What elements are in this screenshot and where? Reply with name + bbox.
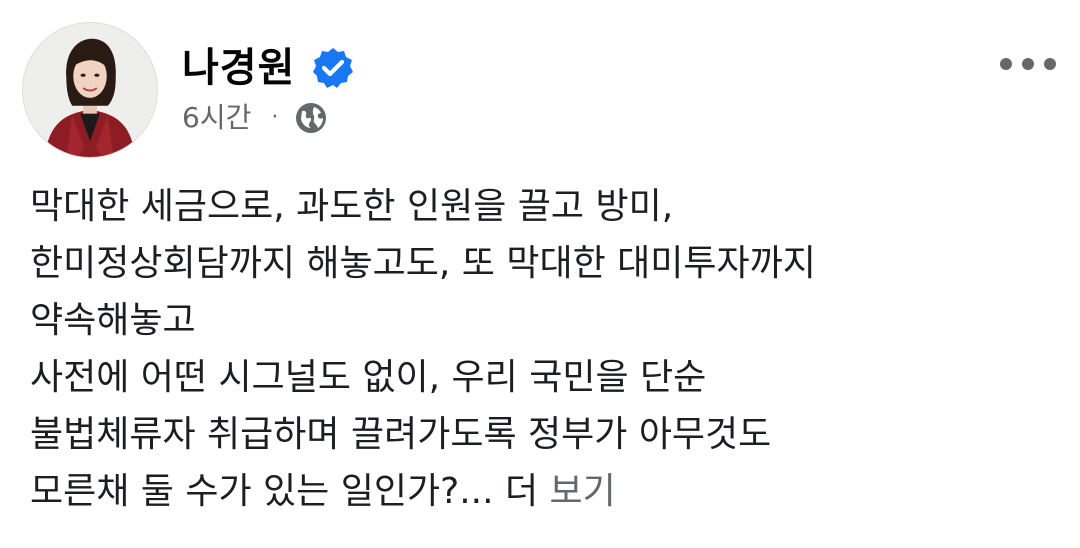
more-dot-icon xyxy=(1022,58,1034,70)
facebook-post: 나경원 6시간 · 막대한 세금으로, 과도한 인원을 끌고 방미, 한미정상회… xyxy=(0,0,1080,548)
more-dot-icon xyxy=(1044,58,1056,70)
post-text-line: 약속해놓고 xyxy=(30,300,196,341)
post-text: 막대한 세금으로, 과도한 인원을 끌고 방미, 한미정상회담까지 해놓고도, … xyxy=(30,178,1060,520)
more-dot-icon xyxy=(1000,58,1012,70)
author-header: 나경원 xyxy=(182,40,355,96)
post-timestamp[interactable]: 6시간 xyxy=(182,96,251,140)
post-text-tail: 모른채 둘 수가 있는 일인가?... 더 xyxy=(30,471,550,512)
post-meta: 6시간 · xyxy=(182,96,328,140)
post-text-line: 사전에 어떤 시그널도 없이, 우리 국민을 단순 xyxy=(30,357,707,398)
more-options-button[interactable] xyxy=(1000,46,1056,82)
author-photo xyxy=(23,23,157,157)
author-avatar[interactable] xyxy=(22,22,158,158)
author-name[interactable]: 나경원 xyxy=(182,40,295,96)
post-text-line-last: 모른채 둘 수가 있는 일인가?... 더 보기 xyxy=(30,463,1060,520)
verified-badge-icon xyxy=(311,46,355,90)
meta-separator: · xyxy=(271,105,279,130)
post-text-line: 막대한 세금으로, 과도한 인원을 끌고 방미, xyxy=(30,186,674,227)
post-text-line: 불법체류자 취급하며 끌려가도록 정부가 아무것도 xyxy=(30,414,772,455)
post-text-line: 한미정상회담까지 해놓고도, 또 막대한 대미투자까지 xyxy=(30,243,816,284)
see-more-link[interactable]: 보기 xyxy=(550,471,616,512)
globe-icon[interactable] xyxy=(294,101,328,135)
